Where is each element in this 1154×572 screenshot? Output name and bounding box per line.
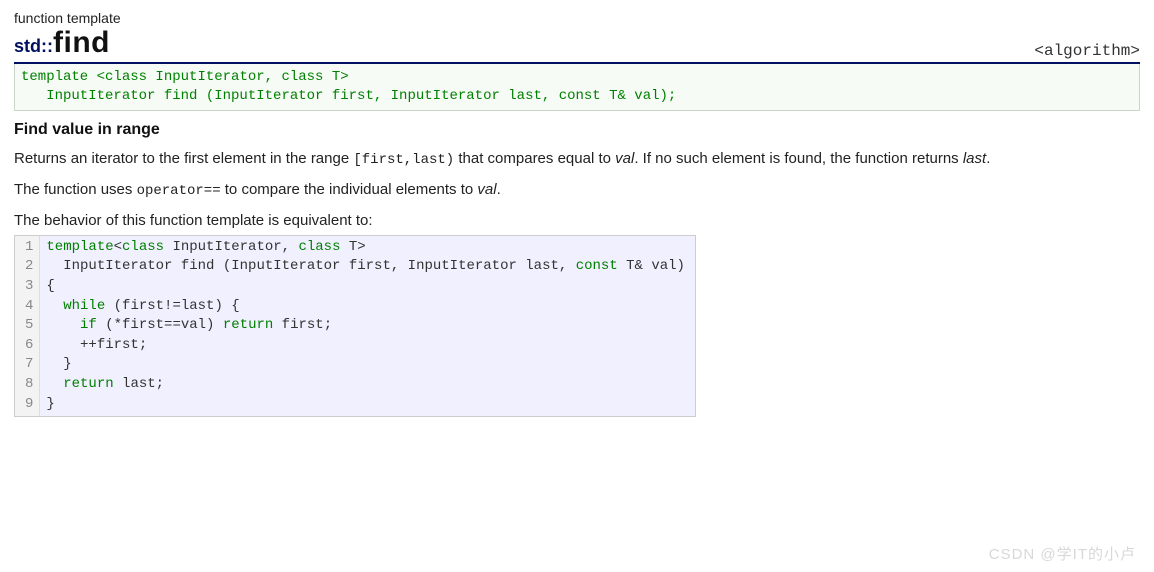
watermark: CSDN @学IT的小卢 <box>989 543 1136 564</box>
val-var-2: val <box>477 181 496 198</box>
range-code: [first,last) <box>353 152 454 168</box>
title-row: std::find <algorithm> <box>14 26 1140 64</box>
namespace: std:: <box>14 36 53 56</box>
section-title: Find value in range <box>14 121 1140 139</box>
code-line-2: InputIterator find (InputIterator first,… <box>46 258 685 274</box>
page-header: function template std::find <algorithm> <box>14 10 1140 64</box>
sig-line1: template <class InputIterator, class T> <box>21 69 349 85</box>
operator-code: operator== <box>137 183 221 199</box>
sig-line2: InputIterator find (InputIterator first,… <box>21 88 676 104</box>
subtitle: function template <box>14 10 1140 26</box>
code-line-4: while (first!=last) { <box>46 298 239 314</box>
code-example: 1 2 3 4 5 6 7 8 9 template<class InputIt… <box>14 235 696 417</box>
paragraph-3: The behavior of this function template i… <box>14 211 1140 231</box>
code-body: template<class InputIterator, class T> I… <box>40 236 695 416</box>
title: std::find <box>14 26 110 60</box>
function-name: find <box>53 26 110 59</box>
code-line-6: ++first; <box>46 337 147 353</box>
code-line-9: } <box>46 396 54 412</box>
code-line-3: { <box>46 278 54 294</box>
header-library: <algorithm> <box>1034 42 1140 60</box>
code-line-1: template<class InputIterator, class T> <box>46 239 365 255</box>
paragraph-1: Returns an iterator to the first element… <box>14 149 1140 170</box>
code-line-7: } <box>46 356 71 372</box>
code-line-8: return last; <box>46 376 164 392</box>
val-var: val <box>615 150 634 167</box>
signature-box: template <class InputIterator, class T> … <box>14 64 1140 111</box>
code-line-5: if (*first==val) return first; <box>46 317 332 333</box>
line-gutter: 1 2 3 4 5 6 7 8 9 <box>15 236 40 416</box>
last-var: last <box>963 150 986 167</box>
paragraph-2: The function uses operator== to compare … <box>14 180 1140 201</box>
